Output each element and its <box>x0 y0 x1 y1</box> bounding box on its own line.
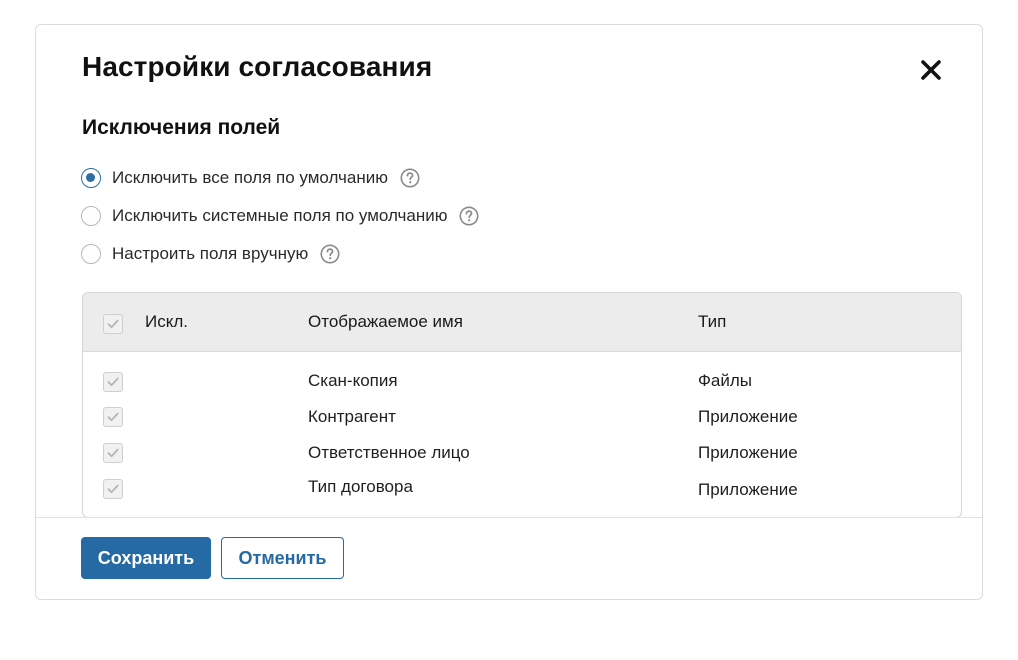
check-icon <box>107 448 119 458</box>
cancel-button[interactable]: Отменить <box>221 537 344 579</box>
column-header-display-name[interactable]: Отображаемое имя <box>308 312 463 332</box>
row-type: Приложение <box>698 480 798 499</box>
check-icon <box>107 377 119 387</box>
option-label: Исключить системные поля по умолчанию <box>112 206 448 225</box>
row-type: Приложение <box>698 407 798 426</box>
column-header-exclude[interactable]: Искл. <box>145 312 188 332</box>
save-button[interactable]: Сохранить <box>81 537 211 579</box>
row-exclude-checkbox[interactable] <box>103 372 123 392</box>
option-exclude-system[interactable]: Исключить системные поля по умолчанию <box>81 204 479 228</box>
row-display-name: Тип договора <box>308 477 413 496</box>
radio-exclude-system[interactable] <box>81 206 101 226</box>
section-title-field-exclusions: Исключения полей <box>82 116 281 139</box>
close-button[interactable] <box>916 55 946 85</box>
column-header-type[interactable]: Тип <box>698 312 726 332</box>
row-type: Приложение <box>698 443 798 462</box>
help-icon[interactable] <box>459 206 479 226</box>
table-row: Тип договора Приложение <box>83 475 961 505</box>
radio-manual[interactable] <box>81 244 101 264</box>
table-row: Скан-копия Файлы <box>83 367 961 397</box>
row-exclude-checkbox[interactable] <box>103 443 123 463</box>
approval-settings-dialog: Настройки согласования Исключения полей … <box>35 24 983 600</box>
close-icon <box>921 60 941 80</box>
row-exclude-checkbox[interactable] <box>103 407 123 427</box>
check-icon <box>107 412 119 422</box>
footer-divider <box>36 517 982 518</box>
row-display-name: Контрагент <box>308 407 396 426</box>
check-icon <box>107 484 119 494</box>
radio-exclude-all[interactable] <box>81 168 101 188</box>
table-header: Искл. Отображаемое имя Тип <box>83 293 961 352</box>
dialog-title: Настройки согласования <box>82 51 433 82</box>
select-all-checkbox[interactable] <box>103 314 123 334</box>
option-manual[interactable]: Настроить поля вручную <box>81 242 340 266</box>
option-exclude-all[interactable]: Исключить все поля по умолчанию <box>81 166 420 190</box>
table-row: Контрагент Приложение <box>83 403 961 433</box>
row-display-name: Ответственное лицо <box>308 443 470 462</box>
option-label: Исключить все поля по умолчанию <box>112 168 388 187</box>
row-exclude-checkbox[interactable] <box>103 479 123 499</box>
help-icon[interactable] <box>320 244 340 264</box>
option-label: Настроить поля вручную <box>112 244 309 263</box>
help-icon[interactable] <box>400 168 420 188</box>
table-row: Ответственное лицо Приложение <box>83 439 961 469</box>
fields-table: Искл. Отображаемое имя Тип Скан-копия Фа… <box>82 292 962 518</box>
check-icon <box>107 319 119 329</box>
row-type: Файлы <box>698 371 753 390</box>
row-display-name: Скан-копия <box>308 371 398 390</box>
